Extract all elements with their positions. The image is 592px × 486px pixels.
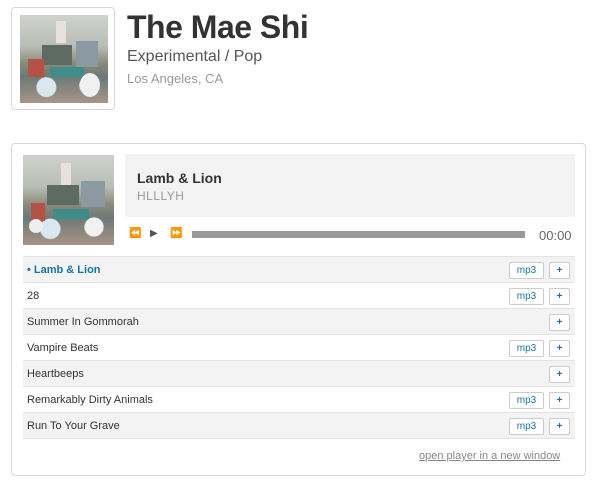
artist-name: The Mae Shi [127,9,309,45]
track-title[interactable]: Heartbeeps [27,368,84,380]
rewind-icon[interactable]: ⏪ [129,228,141,239]
elapsed-time: 00:00 [539,228,572,243]
track-title[interactable]: Summer In Gommorah [27,316,139,328]
play-icon[interactable]: ▶ [150,228,158,239]
mp3-download-button[interactable]: mp3 [509,418,544,435]
add-track-button[interactable]: + [549,366,570,383]
track-title[interactable]: • Lamb & Lion [27,264,101,276]
list-item[interactable]: 28 mp3 + [23,282,575,308]
track-title[interactable]: Remarkably Dirty Animals [27,394,153,406]
track-title[interactable]: 28 [27,290,39,302]
add-track-button[interactable]: + [549,288,570,305]
progress-bar[interactable] [192,231,525,238]
list-item[interactable]: • Lamb & Lion mp3 + [23,256,575,282]
list-item[interactable]: Heartbeeps + [23,360,575,386]
add-track-button[interactable]: + [549,314,570,331]
track-title[interactable]: Run To Your Grave [27,420,120,432]
mp3-download-button[interactable]: mp3 [509,340,544,357]
artist-genre: Experimental / Pop [127,48,263,65]
list-item[interactable]: Run To Your Grave mp3 + [23,412,575,439]
track-list: • Lamb & Lion mp3 + 28 mp3 + Summer In G… [23,256,575,439]
track-title[interactable]: Vampire Beats [27,342,98,354]
open-player-new-window-link[interactable]: open player in a new window [419,450,560,462]
artist-photo-frame [11,7,115,110]
add-track-button[interactable]: + [549,392,570,409]
now-playing-album: HLLLYH [137,189,185,203]
list-item[interactable]: Summer In Gommorah + [23,308,575,334]
music-player: Lamb & Lion HLLLYH ⏪ ▶ ⏩ 00:00 • Lamb & … [11,143,586,476]
fast-forward-icon[interactable]: ⏩ [170,228,182,239]
add-track-button[interactable]: + [549,418,570,435]
album-cover [23,155,114,245]
artist-location: Los Angeles, CA [127,71,224,86]
list-item[interactable]: Vampire Beats mp3 + [23,334,575,360]
mp3-download-button[interactable]: mp3 [509,288,544,305]
now-playing-title: Lamb & Lion [137,170,222,186]
mp3-download-button[interactable]: mp3 [509,392,544,409]
now-playing-panel: Lamb & Lion HLLLYH [125,154,575,217]
add-track-button[interactable]: + [549,262,570,279]
list-item[interactable]: Remarkably Dirty Animals mp3 + [23,386,575,412]
add-track-button[interactable]: + [549,340,570,357]
artist-photo [20,15,108,103]
mp3-download-button[interactable]: mp3 [509,262,544,279]
